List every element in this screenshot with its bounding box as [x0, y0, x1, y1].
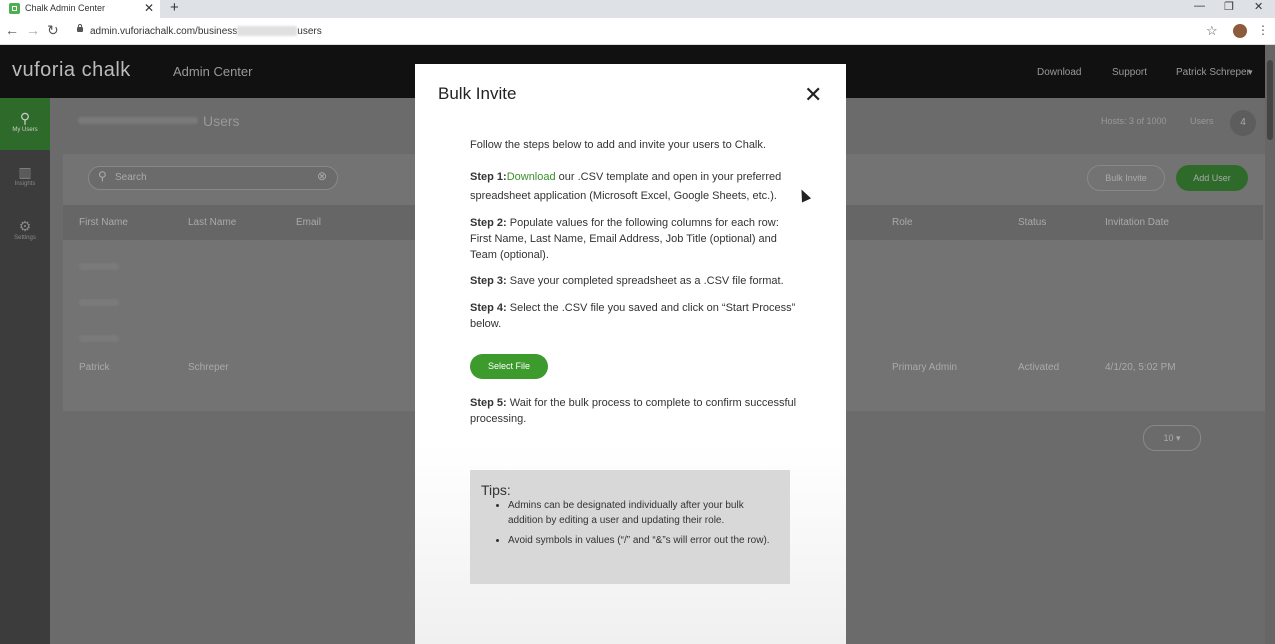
- reload-icon[interactable]: ↻: [47, 22, 59, 39]
- lock-icon: [77, 24, 83, 32]
- step-5-text: Wait for the bulk process to complete to…: [470, 397, 797, 425]
- window-close-icon[interactable]: ✕: [1254, 0, 1263, 13]
- tips-list: Admins can be designated individually af…: [494, 498, 778, 553]
- page-title: Users: [203, 113, 240, 129]
- sidebar-label: My Users: [12, 127, 38, 133]
- scrollbar-thumb[interactable]: [1267, 60, 1273, 140]
- select-file-button[interactable]: Select File: [470, 354, 548, 379]
- step-4-label: Step 4:: [470, 302, 507, 314]
- url-prefix: admin.vuforiachalk.com/business: [90, 26, 238, 37]
- column-status[interactable]: Status: [1018, 217, 1046, 228]
- sidebar-item-insights[interactable]: ▥ Insights: [0, 152, 50, 204]
- url-redacted: [237, 26, 298, 37]
- cell-role: Primary Admin: [892, 362, 958, 373]
- step-5-label: Step 5:: [470, 397, 507, 409]
- step-1: Step 1:Download our .CSV template and op…: [470, 168, 800, 206]
- browser-tab-bar: Chalk Admin Center ✕ + — ❐ ✕: [0, 0, 1275, 18]
- step-3-text: Save your completed spreadsheet as a .CS…: [506, 275, 784, 287]
- cell-status: Activated: [1018, 362, 1060, 373]
- url-field[interactable]: admin.vuforiachalk.com/business users: [90, 26, 322, 37]
- users-count-badge: 4: [1230, 110, 1256, 136]
- browser-tab[interactable]: Chalk Admin Center ✕: [0, 0, 160, 18]
- maximize-icon[interactable]: ❐: [1224, 0, 1234, 13]
- column-last-name[interactable]: Last Name: [188, 217, 236, 228]
- header-user-menu[interactable]: Patrick Schreper: [1176, 67, 1250, 78]
- download-template-link[interactable]: Download: [507, 171, 556, 183]
- sidebar: ⚲ My Users ▥ Insights ⚙ Settings: [0, 98, 50, 644]
- hosts-count: Hosts: 3 of 1000: [1101, 116, 1167, 126]
- page-size-value: 10: [1163, 433, 1174, 443]
- step-5: Step 5: Wait for the bulk process to com…: [470, 395, 800, 427]
- cell-last-name: Schreper: [188, 362, 229, 373]
- bulk-invite-button[interactable]: Bulk Invite: [1087, 165, 1165, 191]
- step-3-label: Step 3:: [470, 275, 507, 287]
- breadcrumb-redacted: [78, 117, 198, 124]
- browser-menu-icon[interactable]: ⋮: [1257, 23, 1269, 37]
- step-3: Step 3: Save your completed spreadsheet …: [470, 273, 800, 289]
- back-icon[interactable]: ←: [5, 22, 19, 38]
- step-1-label: Step 1:: [470, 171, 507, 183]
- bulk-invite-modal: Bulk Invite ✕ Follow the steps below to …: [415, 64, 846, 644]
- step-2-label: Step 2:: [470, 217, 507, 229]
- modal-title: Bulk Invite: [438, 84, 517, 103]
- modal-intro: Follow the steps below to add and invite…: [470, 139, 766, 151]
- admin-center-label: Admin Center: [173, 64, 253, 79]
- user-menu-chevron-icon[interactable]: ▾: [1248, 67, 1253, 78]
- step-4: Step 4: Select the .CSV file you saved a…: [470, 300, 800, 332]
- cell-invitation-date: 4/1/20, 5:02 PM: [1105, 362, 1176, 373]
- profile-avatar[interactable]: [1233, 24, 1247, 38]
- tab-title: Chalk Admin Center: [25, 3, 106, 13]
- add-user-button[interactable]: Add User: [1176, 165, 1248, 191]
- table-row[interactable]: [79, 329, 119, 347]
- column-invitation-date[interactable]: Invitation Date: [1105, 217, 1169, 228]
- search-input[interactable]: ⚲ Search ⊗: [88, 166, 338, 190]
- step-2-text: Populate values for the following column…: [470, 217, 779, 261]
- tab-close-icon[interactable]: ✕: [144, 1, 154, 15]
- bookmark-star-icon[interactable]: ☆: [1206, 23, 1218, 39]
- users-label: Users: [1190, 116, 1214, 126]
- user-icon: ⚲: [19, 110, 31, 126]
- new-tab-button[interactable]: +: [170, 0, 179, 16]
- sidebar-item-settings[interactable]: ⚙ Settings: [0, 206, 50, 258]
- search-placeholder: Search: [115, 172, 147, 183]
- step-4-text: Select the .CSV file you saved and click…: [470, 302, 796, 330]
- clear-search-icon[interactable]: ⊗: [317, 169, 327, 183]
- chart-icon: ▥: [18, 164, 32, 180]
- page-size-select[interactable]: 10 ▾: [1143, 425, 1201, 451]
- scrollbar[interactable]: [1265, 45, 1275, 644]
- chalk-favicon-icon: [9, 3, 20, 14]
- tips-title: Tips:: [481, 482, 511, 498]
- tip-item: Admins can be designated individually af…: [508, 498, 778, 528]
- minimize-icon[interactable]: —: [1194, 0, 1205, 12]
- forward-icon[interactable]: →: [26, 22, 40, 38]
- sidebar-label: Insights: [14, 181, 36, 187]
- vuforia-chalk-logo: vuforia chalk: [12, 59, 131, 81]
- address-bar: ← → ↻ admin.vuforiachalk.com/business use…: [0, 18, 1275, 45]
- column-first-name[interactable]: First Name: [79, 217, 128, 228]
- header-support-link[interactable]: Support: [1112, 67, 1147, 78]
- table-row[interactable]: [79, 257, 119, 275]
- search-icon: ⚲: [98, 169, 107, 183]
- url-suffix: users: [297, 26, 322, 37]
- tips-panel: Tips: Admins can be designated individua…: [470, 470, 790, 584]
- cell-first-name: Patrick: [79, 362, 110, 373]
- tip-item: Avoid symbols in values (“/” and “&”s wi…: [508, 533, 778, 548]
- close-icon[interactable]: ✕: [804, 82, 822, 108]
- table-row[interactable]: [79, 293, 119, 311]
- sidebar-label: Settings: [14, 235, 36, 241]
- column-role[interactable]: Role: [892, 217, 913, 228]
- gear-icon: ⚙: [18, 218, 32, 234]
- sidebar-item-my-users[interactable]: ⚲ My Users: [0, 98, 50, 150]
- step-2: Step 2: Populate values for the followin…: [470, 215, 800, 263]
- header-download-link[interactable]: Download: [1037, 67, 1081, 78]
- column-email[interactable]: Email: [296, 217, 321, 228]
